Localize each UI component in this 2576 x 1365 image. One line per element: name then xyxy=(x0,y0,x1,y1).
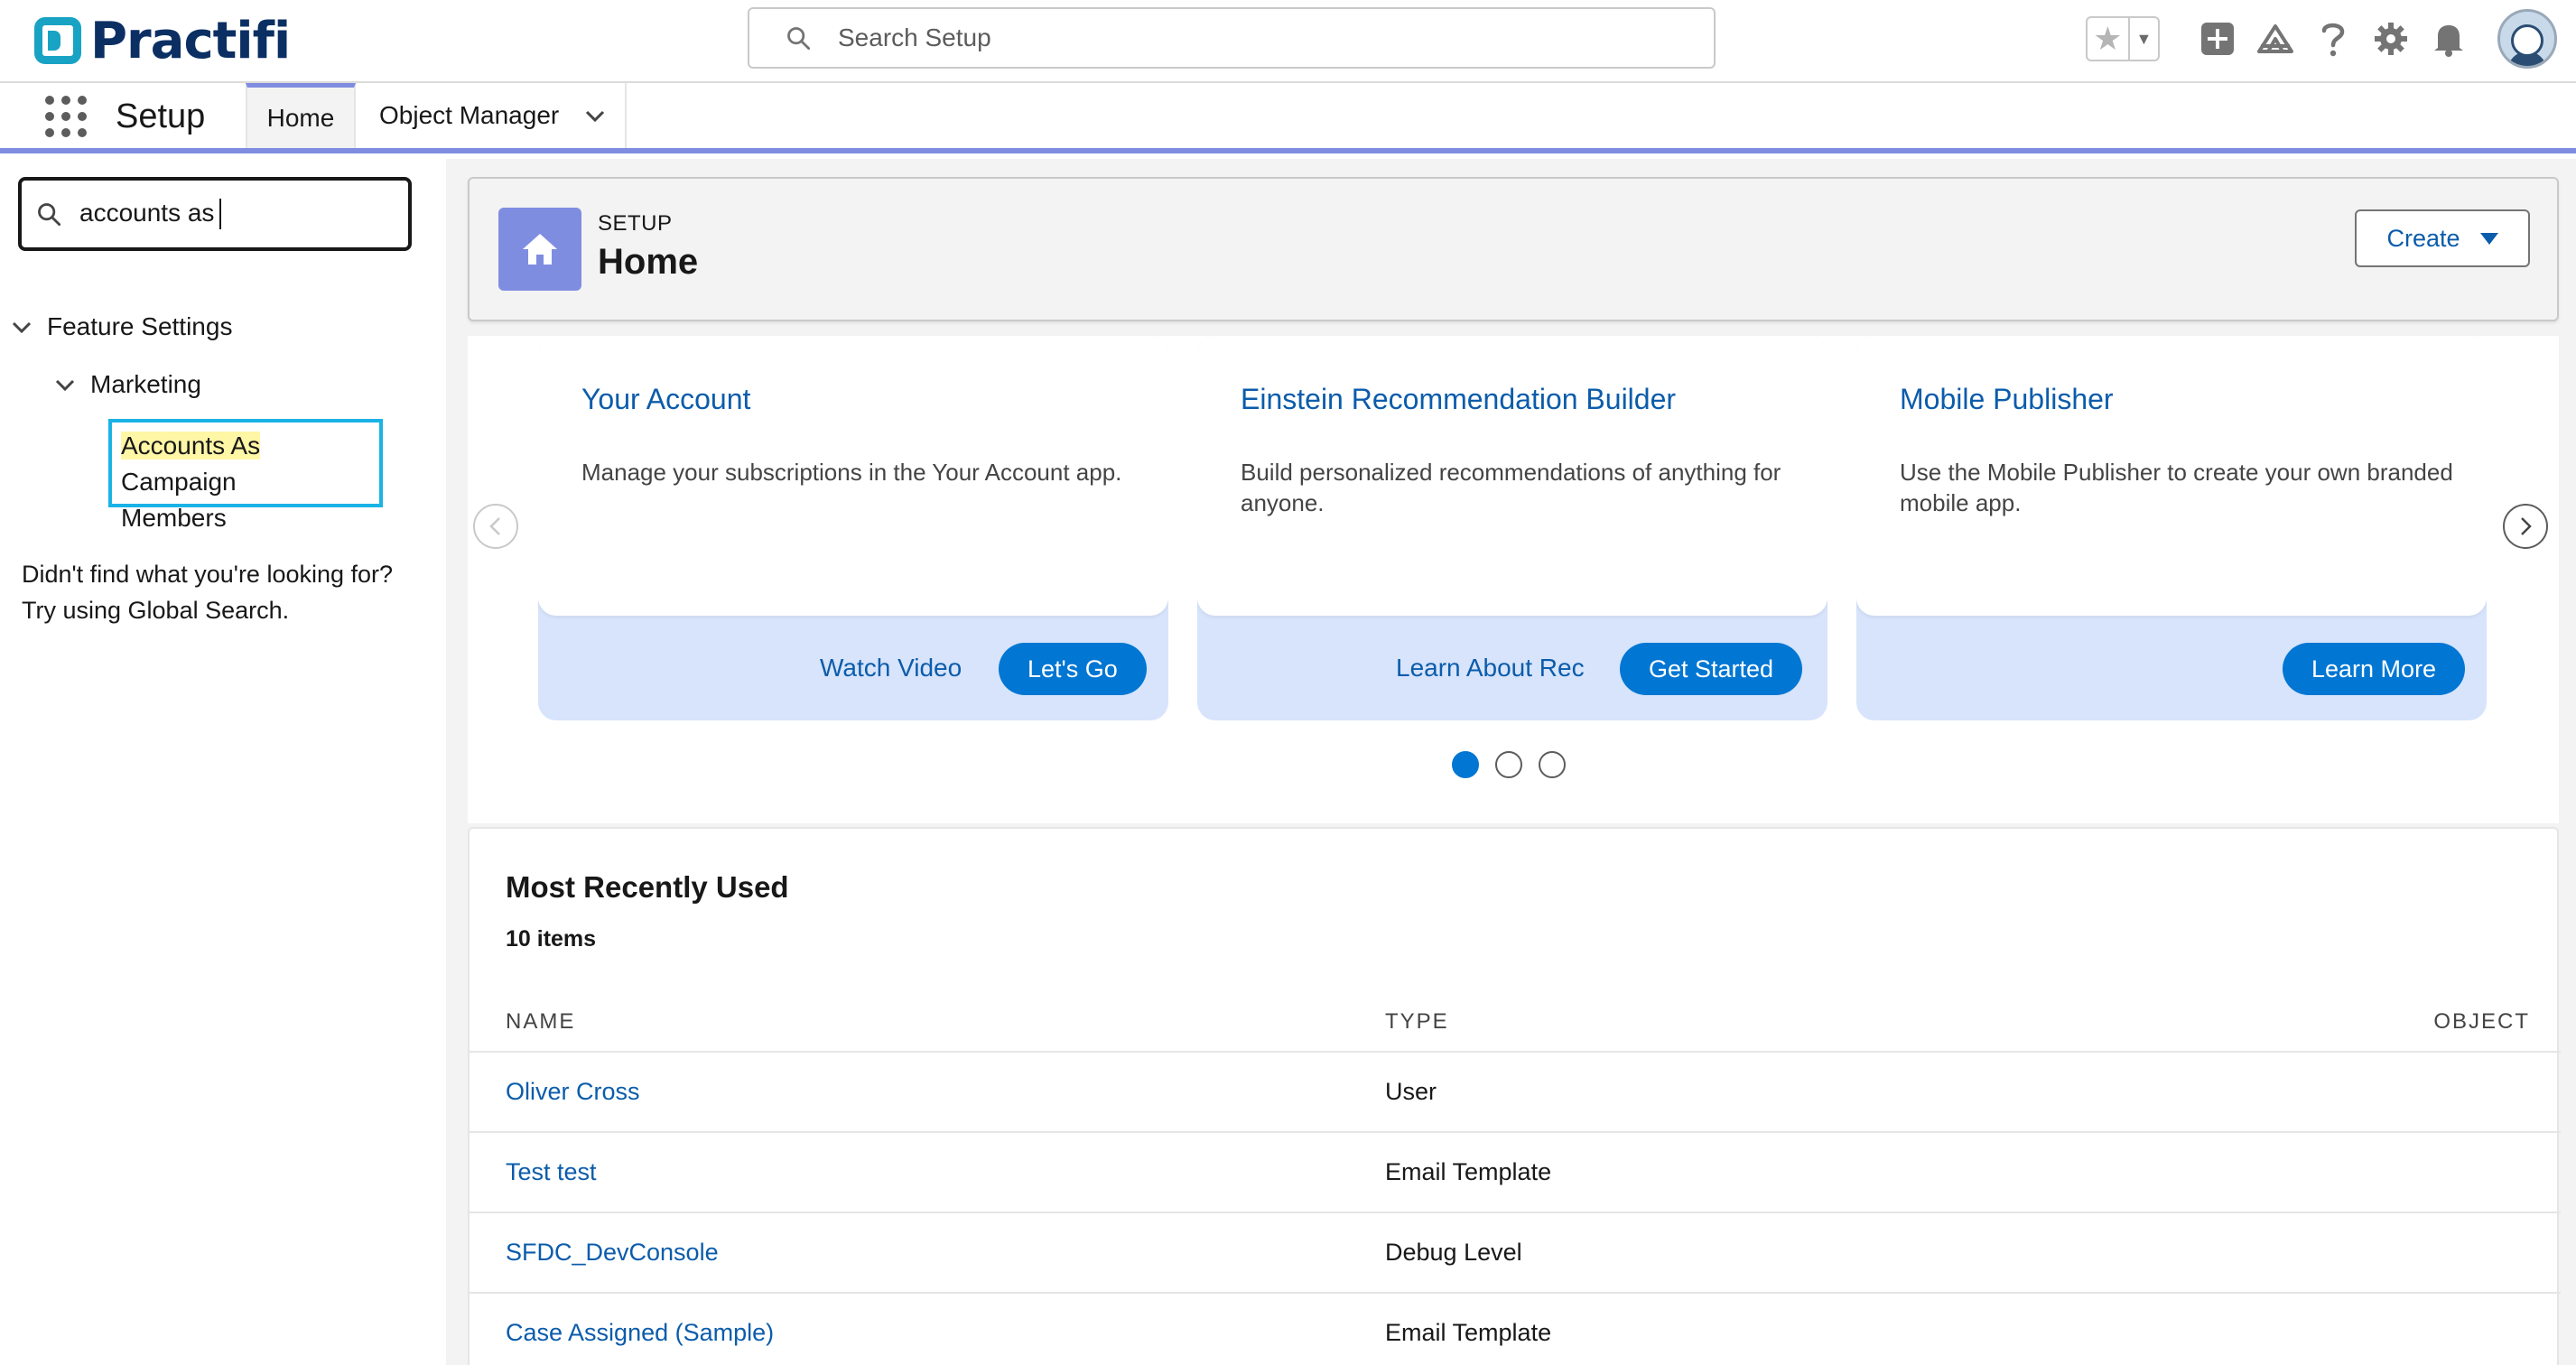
card-body: Einstein Recommendation Builder Build pe… xyxy=(1197,336,1827,616)
quick-find-input[interactable]: accounts as xyxy=(18,177,412,251)
lets-go-button[interactable]: Let's Go xyxy=(999,643,1147,695)
table-header: NAME TYPE OBJECT xyxy=(470,989,2561,1053)
column-header-type[interactable]: TYPE xyxy=(1385,1009,1449,1035)
global-search-box[interactable] xyxy=(748,7,1716,69)
chevron-down-icon[interactable] xyxy=(54,377,76,392)
learn-more-button[interactable]: Learn More xyxy=(2283,643,2466,695)
carousel-pagination xyxy=(1452,751,1566,778)
quick-find-value: accounts as xyxy=(79,199,222,230)
global-header: Practifi ★ ▼ xyxy=(0,0,2576,83)
user-avatar[interactable] xyxy=(2497,9,2557,69)
header-actions: ★ ▼ xyxy=(2086,7,2557,70)
recent-title: Most Recently Used xyxy=(506,870,789,904)
setup-context-bar: Setup Home Object Manager xyxy=(0,83,2576,153)
table-row: SFDC_DevConsole Debug Level xyxy=(470,1213,2561,1294)
help-icon[interactable] xyxy=(2304,10,2362,68)
card-body: Your Account Manage your subscriptions i… xyxy=(538,336,1168,616)
setup-gear-icon[interactable] xyxy=(2362,10,2420,68)
not-found-line1: Didn't find what you're looking for? xyxy=(22,561,394,588)
setup-home-main: SETUP Home Create Your Account Manage yo… xyxy=(446,159,2576,1365)
trailhead-icon[interactable] xyxy=(2246,10,2304,68)
chevron-right-icon xyxy=(2521,517,2532,535)
carousel-card-your-account: Your Account Manage your subscriptions i… xyxy=(538,336,1168,720)
table-row: Case Assigned (Sample) Email Template xyxy=(470,1294,2561,1365)
chevron-left-icon xyxy=(489,517,500,535)
search-match-highlight: Accounts As xyxy=(121,432,261,460)
feature-carousel: Your Account Manage your subscriptions i… xyxy=(468,336,2559,823)
card-description: Build personalized recommendations of an… xyxy=(1241,459,1781,516)
tree-leaf-label-rest: Campaign xyxy=(121,468,237,496)
tree-node-feature-settings[interactable]: Feature Settings xyxy=(11,312,232,341)
page-header-eyebrow: SETUP xyxy=(598,211,673,236)
card-body: Mobile Publisher Use the Mobile Publishe… xyxy=(1856,336,2487,616)
card-description: Manage your subscriptions in the Your Ac… xyxy=(581,459,1122,486)
most-recently-used-card: Most Recently Used 10 items NAME TYPE OB… xyxy=(468,827,2561,1365)
carousel-prev-button[interactable] xyxy=(473,504,518,549)
practifi-logo-mark-icon xyxy=(34,17,81,64)
watch-video-link[interactable]: Watch Video xyxy=(820,643,962,693)
card-title[interactable]: Einstein Recommendation Builder xyxy=(1241,383,1676,416)
caret-down-icon xyxy=(2479,232,2498,245)
row-type: User xyxy=(1385,1078,1437,1105)
card-title[interactable]: Your Account xyxy=(581,383,750,416)
carousel-dot-3[interactable] xyxy=(1539,751,1566,778)
card-description: Use the Mobile Publisher to create your … xyxy=(1900,459,2453,516)
create-menu-button[interactable]: Create xyxy=(2355,209,2530,267)
favorites-dropdown-icon[interactable]: ▼ xyxy=(2127,18,2158,60)
tree-node-marketing[interactable]: Marketing xyxy=(54,370,201,399)
search-icon xyxy=(787,27,811,51)
row-name-link[interactable]: SFDC_DevConsole xyxy=(506,1239,719,1267)
app-name: Setup xyxy=(116,98,206,135)
setup-sidebar: accounts as Feature Settings Marketing A… xyxy=(0,159,446,1365)
row-name-link[interactable]: Case Assigned (Sample) xyxy=(506,1319,774,1347)
column-header-object[interactable]: OBJECT xyxy=(2433,1009,2530,1035)
tab-home[interactable]: Home xyxy=(246,83,356,148)
row-type: Debug Level xyxy=(1385,1239,1522,1266)
get-started-button[interactable]: Get Started xyxy=(1620,643,1803,695)
carousel-card-einstein-recommendation-builder: Einstein Recommendation Builder Build pe… xyxy=(1197,336,1827,720)
tree-node-label: Marketing xyxy=(90,370,201,398)
carousel-next-button[interactable] xyxy=(2503,504,2548,549)
app-launcher-icon[interactable] xyxy=(45,96,87,137)
home-icon xyxy=(498,208,581,291)
avatar-face xyxy=(2511,24,2543,57)
global-actions-plus-icon[interactable] xyxy=(2189,10,2246,68)
table-row: Test test Email Template xyxy=(470,1133,2561,1213)
carousel-dot-1[interactable] xyxy=(1452,751,1479,778)
text-cursor xyxy=(219,199,222,230)
page-title: Home xyxy=(598,242,699,282)
tab-home-label: Home xyxy=(266,103,335,132)
column-header-name[interactable]: NAME xyxy=(506,1009,575,1035)
create-button-label: Create xyxy=(2386,224,2460,252)
row-type: Email Template xyxy=(1385,1319,1552,1346)
tree-leaf-label-line2: Members xyxy=(121,504,227,532)
favorites-star-icon[interactable]: ★ xyxy=(2088,18,2128,60)
page-header: SETUP Home Create xyxy=(468,177,2559,321)
global-search-input[interactable] xyxy=(838,23,1560,52)
notifications-bell-icon[interactable] xyxy=(2420,10,2478,68)
chevron-down-icon[interactable] xyxy=(584,108,606,123)
row-name-link[interactable]: Oliver Cross xyxy=(506,1078,640,1106)
chevron-down-icon[interactable] xyxy=(11,320,33,334)
learn-about-rec-link[interactable]: Learn About Rec xyxy=(1396,643,1585,693)
search-icon xyxy=(38,203,61,227)
not-found-message: Didn't find what you're looking for? Try… xyxy=(22,556,437,628)
tab-object-manager[interactable]: Object Manager xyxy=(356,83,627,148)
recent-table: NAME TYPE OBJECT Oliver Cross User Test … xyxy=(470,989,2561,1365)
not-found-line2: Try using Global Search. xyxy=(22,597,290,624)
recent-item-count: 10 items xyxy=(506,926,597,952)
tree-leaf-accounts-as-campaign-members[interactable]: Accounts As Campaign Members xyxy=(108,419,383,532)
practifi-logo[interactable]: Practifi xyxy=(34,9,291,72)
table-row: Oliver Cross User xyxy=(470,1053,2561,1133)
row-type: Email Template xyxy=(1385,1158,1552,1185)
carousel-card-mobile-publisher: Mobile Publisher Use the Mobile Publishe… xyxy=(1856,336,2487,720)
favorites-group: ★ ▼ xyxy=(2086,16,2160,61)
tree-node-label: Feature Settings xyxy=(47,312,233,340)
tab-object-manager-label: Object Manager xyxy=(379,101,560,129)
row-name-link[interactable]: Test test xyxy=(506,1158,597,1186)
card-title[interactable]: Mobile Publisher xyxy=(1900,383,2114,416)
logo-text: Practifi xyxy=(90,11,291,70)
carousel-dot-2[interactable] xyxy=(1495,751,1522,778)
